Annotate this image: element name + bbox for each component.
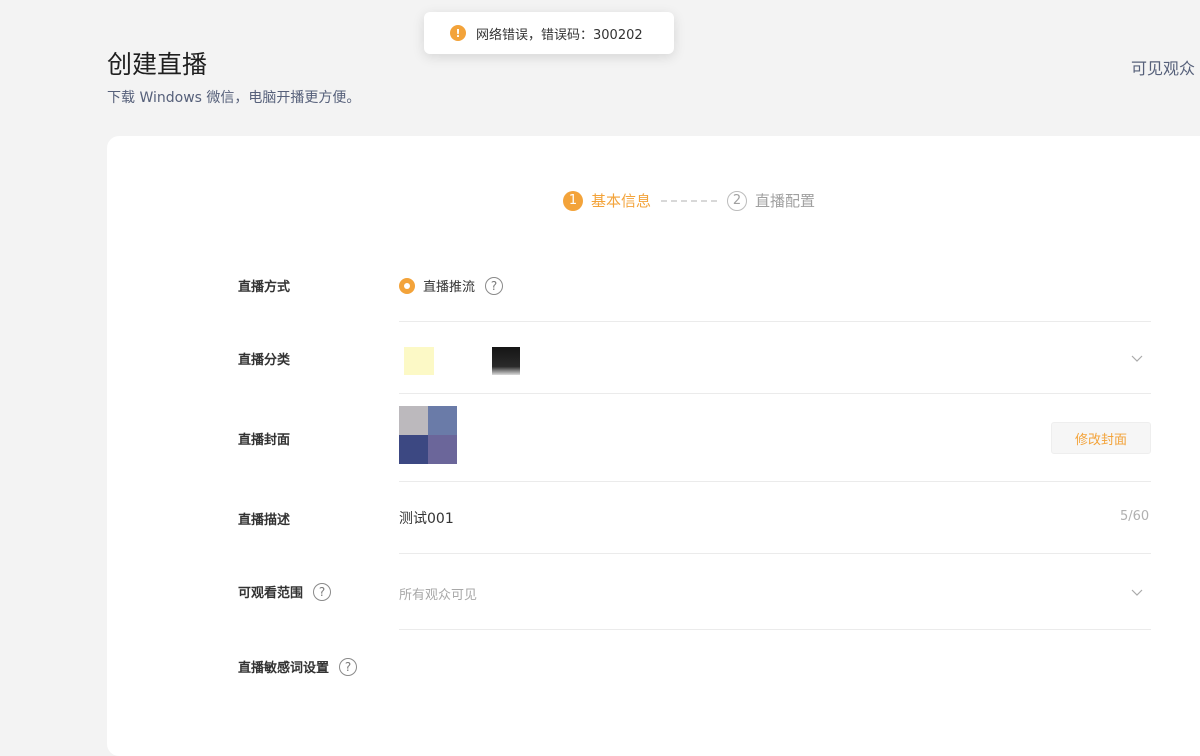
description-input[interactable]: 测试001 xyxy=(399,508,454,528)
chevron-down-icon[interactable] xyxy=(1131,586,1143,598)
category-image xyxy=(492,347,520,375)
category-label-text: 直播分类 xyxy=(238,353,291,368)
divider xyxy=(399,393,1151,394)
warning-icon: ! xyxy=(450,25,466,41)
sensitive-words-label-text: 直播敏感词设置 xyxy=(238,661,330,676)
description-label: 直播描述 xyxy=(238,509,290,528)
live-mode-label-text: 直播方式 xyxy=(238,280,291,295)
cover-label: 直播封面 xyxy=(238,429,290,448)
form-card: 1 基本信息 2 直播配置 直播方式 直播推流 ? 直播分类 直播封面 修改封面 xyxy=(107,136,1200,756)
step-number: 1 xyxy=(563,190,583,211)
visibility-label-text: 可观看范围 xyxy=(238,586,304,601)
step-number: 2 xyxy=(727,190,748,211)
step-label: 基本信息 xyxy=(591,192,652,210)
step-basic-info: 1 基本信息 xyxy=(563,190,651,211)
step-connector xyxy=(661,199,718,202)
stepper: 1 基本信息 2 直播配置 xyxy=(563,190,815,211)
divider xyxy=(399,321,1151,322)
cover-label-text: 直播封面 xyxy=(238,433,291,448)
page-header: 创建直播 下载 Windows 微信，电脑开播更方便。 xyxy=(107,48,360,108)
category-image xyxy=(404,347,434,375)
sensitive-words-label: 直播敏感词设置 ? xyxy=(238,657,358,676)
error-toast: ! 网络错误，错误码：300202 xyxy=(424,12,674,54)
category-label: 直播分类 xyxy=(238,349,290,368)
radio-checked-icon[interactable] xyxy=(399,277,415,294)
description-label-text: 直播描述 xyxy=(238,513,291,528)
visibility-select[interactable]: 所有观众可见 xyxy=(399,584,477,603)
divider xyxy=(399,629,1151,630)
live-mode-radio-group: 直播推流 ? xyxy=(399,276,504,295)
step-live-config: 2 直播配置 xyxy=(727,190,815,211)
divider xyxy=(399,553,1151,554)
help-icon[interactable]: ? xyxy=(313,582,332,601)
description-counter: 5/60 xyxy=(1120,509,1150,524)
cover-image xyxy=(399,406,457,464)
divider xyxy=(399,481,1151,482)
page-subtitle[interactable]: 下载 Windows 微信，电脑开播更方便。 xyxy=(107,88,360,108)
help-icon[interactable]: ? xyxy=(339,657,358,676)
toast-message: 网络错误，错误码：300202 xyxy=(476,27,643,43)
help-icon[interactable]: ? xyxy=(485,276,504,295)
visible-audience-link[interactable]: 可见观众 xyxy=(1131,55,1195,79)
visibility-label: 可观看范围 ? xyxy=(238,582,332,601)
category-select[interactable] xyxy=(404,347,520,375)
live-mode-label: 直播方式 xyxy=(238,276,290,295)
chevron-down-icon[interactable] xyxy=(1131,352,1143,364)
live-mode-option-label[interactable]: 直播推流 xyxy=(423,276,475,295)
change-cover-button[interactable]: 修改封面 xyxy=(1051,422,1151,454)
page-title: 创建直播 xyxy=(107,50,208,79)
step-label: 直播配置 xyxy=(755,192,816,210)
